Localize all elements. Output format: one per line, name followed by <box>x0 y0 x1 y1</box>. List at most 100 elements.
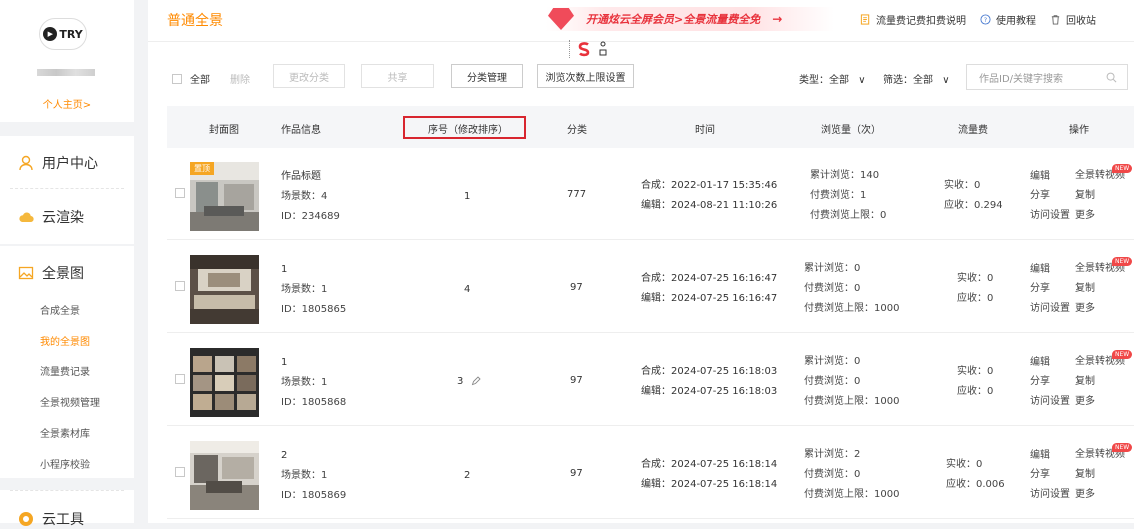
ime-settings-icon[interactable] <box>598 41 608 57</box>
search-input[interactable]: 作品ID/关键字搜索 <box>966 64 1128 90</box>
document-icon <box>860 14 870 25</box>
sidebar-sub-miniprogram-check[interactable]: 小程序校验 <box>40 456 90 471</box>
page-title[interactable]: 普通全景 <box>167 10 223 30</box>
search-icon[interactable] <box>1106 72 1117 83</box>
cover-image[interactable] <box>190 348 259 417</box>
order-number[interactable]: 2 <box>464 471 470 481</box>
copy-link[interactable]: 复制 <box>1075 377 1095 387</box>
sidebar-sub-my-panorama[interactable]: 我的全景图 <box>40 333 90 348</box>
sidebar-sub-video-manage[interactable]: 全景视频管理 <box>40 394 100 409</box>
user-icon <box>19 155 33 171</box>
share-link[interactable]: 分享 <box>1030 377 1050 387</box>
more-link[interactable]: 更多 <box>1075 211 1095 221</box>
table-row[interactable]: 1 场景数：1 ID：1805865 4 97 合成：2024-07-25 16… <box>167 241 1134 333</box>
work-name: 2 <box>281 450 288 461</box>
order-number[interactable]: 1 <box>464 192 470 202</box>
scene-count: 场景数：1 <box>281 377 328 388</box>
header-order[interactable]: 序号（修改排序） <box>428 121 508 136</box>
sidebar-item-cloud-tools[interactable]: 云工具 <box>18 509 84 529</box>
floating-ime-toolbar[interactable] <box>569 40 608 58</box>
sidebar: ▶ TRY 个人主页> 用户中心 云渲染 全景图 合成全景 我的全景图 流量费记… <box>0 0 134 528</box>
copy-link[interactable]: 复制 <box>1075 191 1095 201</box>
change-category-button[interactable]: 更改分类 <box>273 64 345 88</box>
views-total: 累计浏览：0 <box>804 263 861 274</box>
type-filter-dropdown[interactable]: 类型：全部 ∨ <box>799 71 866 86</box>
row-checkbox[interactable] <box>175 188 185 198</box>
scene-count: 场景数：1 <box>281 284 328 295</box>
sidebar-item-panorama[interactable]: 全景图 <box>18 263 84 283</box>
row-checkbox[interactable] <box>175 374 185 384</box>
select-all[interactable]: 全部 <box>172 71 210 86</box>
category-value: 97 <box>570 375 583 386</box>
views-paid: 付费浏览：0 <box>804 376 861 387</box>
svg-text:?: ? <box>984 16 987 24</box>
sidebar-item-cloud-render[interactable]: 云渲染 <box>18 207 84 227</box>
sidebar-profile: ▶ TRY 个人主页> <box>0 0 134 122</box>
link-label: 使用教程 <box>996 16 1036 27</box>
select-all-label: 全部 <box>190 75 210 86</box>
edit-link[interactable]: 编辑 <box>1030 172 1050 182</box>
header-fee: 流量费 <box>958 125 988 136</box>
share-link[interactable]: 分享 <box>1030 470 1050 480</box>
delete-button[interactable]: 删除 <box>230 71 250 86</box>
new-badge: NEW <box>1112 257 1133 266</box>
work-name: 1 <box>281 357 288 368</box>
cover-image[interactable] <box>190 441 259 510</box>
views-limit: 付费浏览上限：1000 <box>804 396 900 407</box>
more-link[interactable]: 更多 <box>1075 397 1095 407</box>
sogou-s-icon[interactable] <box>576 41 592 57</box>
brand-logo[interactable]: ▶ TRY <box>39 18 87 50</box>
row-checkbox[interactable] <box>175 281 185 291</box>
chevron-down-icon: ∨ <box>942 75 950 86</box>
sidebar-sub-traffic-records[interactable]: 流量费记录 <box>40 363 90 378</box>
tutorial-link[interactable]: ? 使用教程 <box>980 12 1036 27</box>
edit-link[interactable]: 编辑 <box>1030 358 1050 368</box>
divider <box>569 40 570 58</box>
row-checkbox[interactable] <box>175 467 185 477</box>
fee-due: 应收：0.294 <box>944 200 1003 211</box>
share-link[interactable]: 分享 <box>1030 191 1050 201</box>
category-manage-button[interactable]: 分类管理 <box>451 64 523 88</box>
share-button[interactable]: 共享 <box>361 64 434 88</box>
table-row[interactable]: 2 场景数：1 ID：1805869 2 97 合成：2024-07-25 16… <box>167 427 1134 519</box>
vip-banner[interactable]: 开通炫云全屏会员>全景流量费全免 → <box>546 7 834 31</box>
home-link[interactable]: 个人主页> <box>0 96 134 111</box>
work-id: ID：234689 <box>281 211 340 222</box>
sidebar-sub-material-library[interactable]: 全景素材库 <box>40 425 90 440</box>
access-settings-link[interactable]: 访问设置 <box>1030 490 1070 500</box>
access-settings-link[interactable]: 访问设置 <box>1030 304 1070 314</box>
edit-link[interactable]: 编辑 <box>1030 451 1050 461</box>
select-all-checkbox[interactable] <box>172 73 182 84</box>
cover-image[interactable]: 置顶 <box>190 162 259 231</box>
view-limit-setting-button[interactable]: 浏览次数上限设置 <box>537 64 634 88</box>
work-name: 1 <box>281 264 288 275</box>
table-row[interactable]: 1 场景数：1 ID：1805868 3 97 合成：2024-07-25 16… <box>167 334 1134 426</box>
cover-image[interactable] <box>190 255 259 324</box>
fee-actual: 实收：0 <box>944 180 981 191</box>
pencil-icon[interactable] <box>471 376 481 386</box>
edited-time: 编辑：2024-07-25 16:18:03 <box>641 386 778 397</box>
access-settings-link[interactable]: 访问设置 <box>1030 397 1070 407</box>
share-link[interactable]: 分享 <box>1030 284 1050 294</box>
table-row[interactable]: 置顶 作品标题 场景数：4 ID：234689 1 777 合成：2022-01… <box>167 148 1134 240</box>
more-link[interactable]: 更多 <box>1075 490 1095 500</box>
more-link[interactable]: 更多 <box>1075 304 1095 314</box>
order-cell[interactable]: 3 <box>457 376 481 387</box>
image-icon <box>18 266 34 280</box>
views-limit: 付费浏览上限：0 <box>810 210 887 221</box>
order-number[interactable]: 4 <box>464 285 470 295</box>
cover-thumbnail <box>190 255 259 324</box>
screen-filter-dropdown[interactable]: 筛选：全部 ∨ <box>883 71 950 86</box>
banner-text: 开通炫云全屏会员>全景流量费全免 <box>586 13 761 26</box>
fee-description-link[interactable]: 流量费记费扣费说明 <box>860 12 966 27</box>
logo-mark-icon: ▶ <box>43 27 58 41</box>
edit-link[interactable]: 编辑 <box>1030 265 1050 275</box>
sidebar-item-user-center[interactable]: 用户中心 <box>18 153 98 173</box>
sidebar-sub-compose[interactable]: 合成全景 <box>40 302 80 317</box>
recycle-bin-link[interactable]: 回收站 <box>1050 12 1096 27</box>
copy-link[interactable]: 复制 <box>1075 470 1095 480</box>
fee-actual: 实收：0 <box>957 366 994 377</box>
cover-thumbnail <box>190 348 259 417</box>
copy-link[interactable]: 复制 <box>1075 284 1095 294</box>
access-settings-link[interactable]: 访问设置 <box>1030 211 1070 221</box>
